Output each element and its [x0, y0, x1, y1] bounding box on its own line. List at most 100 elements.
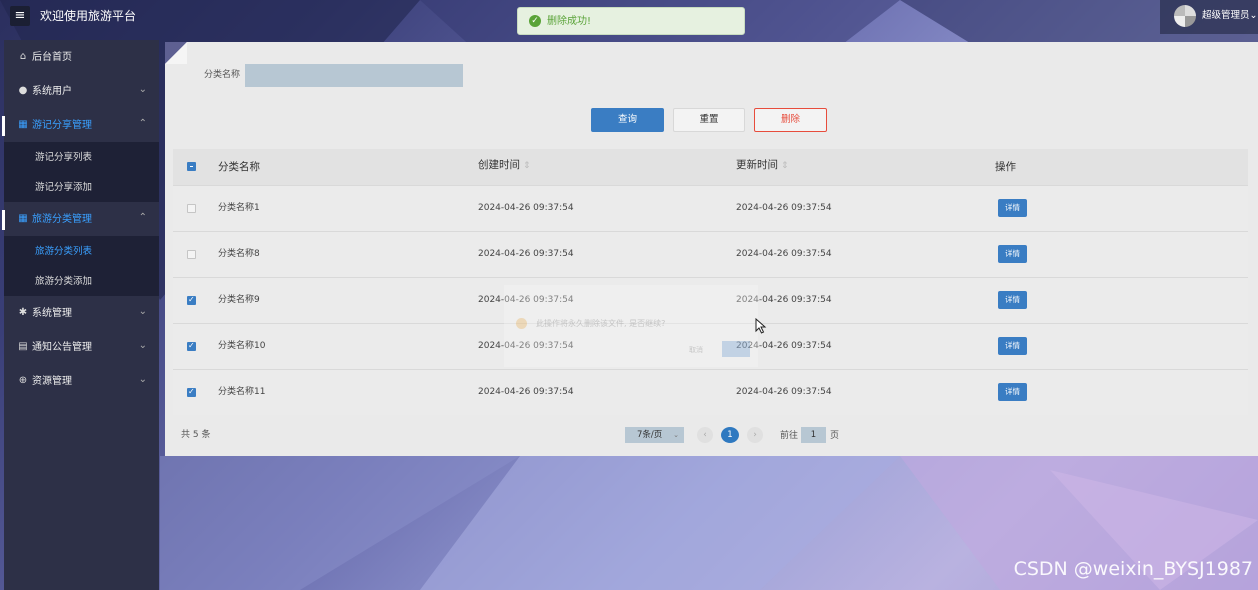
sidebar-subitem-label: 旅游分类列表 [35, 246, 93, 257]
gear-icon: ✱ [18, 307, 28, 318]
sidebar-subitem-label: 游记分享列表 [35, 152, 93, 163]
main-panel: 分类名称 查询 重置 删除 分类名称 创建时间 ⇕ 更新时间 ⇕ 操作 分类名称1 … [165, 42, 1258, 456]
cell-updated: 2024-04-26 09:37:54 [736, 249, 832, 259]
table-row: 分类名称1 2024-04-26 09:37:54 2024-04-26 09:… [173, 185, 1248, 231]
cell-name: 分类名称9 [218, 295, 260, 305]
cell-name: 分类名称1 [218, 203, 260, 213]
sidebar-subitem-category-add[interactable]: 旅游分类添加 [4, 266, 159, 296]
column-header-created[interactable]: 创建时间 ⇕ [478, 149, 531, 185]
chevron-up-icon: ⌃ [138, 212, 147, 223]
chevron-down-icon: ⌄ [138, 306, 147, 317]
category-table: 分类名称 创建时间 ⇕ 更新时间 ⇕ 操作 分类名称1 2024-04-26 09:… [173, 149, 1248, 415]
cell-created: 2024-04-26 09:37:54 [478, 203, 574, 213]
sidebar-item-label: 游记分享管理 [32, 120, 92, 131]
table-header: 分类名称 创建时间 ⇕ 更新时间 ⇕ 操作 [173, 149, 1248, 185]
column-header-name: 分类名称 [218, 161, 260, 173]
sidebar: ⌂ 后台首页 ● 系统用户 ⌄ ▦ 游记分享管理 ⌃ 游记分享列表 游记分享添加… [2, 40, 159, 590]
user-menu[interactable]: 超级管理员⌄ [1160, 0, 1258, 34]
document-icon: ▤ [18, 341, 28, 352]
sidebar-item-resource-management[interactable]: ⊕ 资源管理 ⌄ [4, 366, 159, 398]
cell-name: 分类名称8 [218, 249, 260, 259]
select-all-checkbox[interactable] [187, 162, 196, 171]
cell-updated: 2024-04-26 09:37:54 [736, 387, 832, 397]
total-count: 共 5 条 [181, 430, 211, 440]
sidebar-item-travelogue-management[interactable]: ▦ 游记分享管理 ⌃ [2, 110, 159, 142]
user-name[interactable]: 超级管理员⌄ [1202, 10, 1257, 22]
goto-label: 前往 [780, 431, 799, 441]
sidebar-subitem-category-list[interactable]: 旅游分类列表 [4, 236, 159, 266]
category-name-input[interactable] [245, 64, 463, 87]
detail-button[interactable]: 详情 [998, 291, 1027, 309]
dialog-cancel-button: 取消 [689, 346, 703, 354]
warning-icon [516, 318, 527, 329]
delete-button[interactable]: 删除 [754, 108, 827, 132]
hamburger-icon[interactable]: ≡ [10, 6, 30, 26]
row-checkbox[interactable] [187, 250, 196, 259]
row-checkbox[interactable] [187, 295, 196, 305]
cell-name: 分类名称10 [218, 341, 266, 351]
mouse-cursor-icon [755, 318, 767, 334]
sort-icon[interactable]: ⇕ [523, 161, 531, 171]
sidebar-subitem-travelogue-list[interactable]: 游记分享列表 [4, 142, 159, 172]
table-row: 分类名称8 2024-04-26 09:37:54 2024-04-26 09:… [173, 231, 1248, 277]
chevron-down-icon: ⌄ [138, 340, 147, 351]
sidebar-item-notice-management[interactable]: ▤ 通知公告管理 ⌄ [4, 332, 159, 364]
submenu-category: 旅游分类列表 旅游分类添加 [4, 236, 159, 296]
user-icon: ● [18, 85, 28, 96]
sidebar-item-label: 系统管理 [32, 308, 72, 319]
sidebar-item-home[interactable]: ⌂ 后台首页 [4, 42, 159, 74]
sidebar-subitem-label: 游记分享添加 [35, 182, 93, 193]
goto-suffix: 页 [830, 431, 840, 441]
row-checkbox[interactable] [187, 204, 196, 213]
sort-icon[interactable]: ⇕ [781, 161, 789, 171]
reset-button[interactable]: 重置 [673, 108, 745, 132]
sidebar-item-label: 旅游分类管理 [32, 214, 92, 225]
fading-confirm-dialog: 此操作将永久删除该文件, 是否继续? 取消 [504, 285, 758, 367]
detail-button[interactable]: 详情 [998, 337, 1027, 355]
sidebar-item-label: 后台首页 [32, 52, 72, 63]
grid-icon: ▦ [18, 119, 28, 130]
watermark: CSDN @weixin_BYSJ1987 [1013, 558, 1253, 580]
row-checkbox[interactable] [187, 387, 196, 397]
table-row: 分类名称11 2024-04-26 09:37:54 2024-04-26 09… [173, 369, 1248, 415]
column-header-updated[interactable]: 更新时间 ⇕ [736, 149, 789, 185]
success-toast: ✓ 删除成功! [517, 7, 745, 35]
cell-updated: 2024-04-26 09:37:54 [736, 203, 832, 213]
chevron-down-icon: ⌄ [673, 431, 679, 439]
cell-created: 2024-04-26 09:37:54 [478, 387, 574, 397]
detail-button[interactable]: 详情 [998, 383, 1027, 401]
avatar[interactable] [1174, 5, 1196, 27]
goto-page-input[interactable]: 1 [801, 427, 826, 443]
page-size-select[interactable]: 7条/页 ⌄ [625, 427, 684, 443]
dialog-confirm-button [722, 341, 750, 357]
success-check-icon: ✓ [529, 15, 541, 27]
prev-page-icon[interactable]: ‹ [697, 427, 713, 443]
plus-circle-icon: ⊕ [18, 375, 28, 386]
sidebar-subitem-travelogue-add[interactable]: 游记分享添加 [4, 172, 159, 202]
current-page[interactable]: 1 [721, 427, 739, 443]
column-header-actions: 操作 [995, 161, 1016, 173]
detail-button[interactable]: 详情 [998, 199, 1027, 217]
toast-message: 删除成功! [547, 16, 592, 27]
sidebar-item-system-users[interactable]: ● 系统用户 ⌄ [4, 76, 159, 108]
sidebar-item-label: 资源管理 [32, 376, 72, 387]
cell-created: 2024-04-26 09:37:54 [478, 249, 574, 259]
cell-name: 分类名称11 [218, 387, 266, 397]
sidebar-item-system-management[interactable]: ✱ 系统管理 ⌄ [4, 298, 159, 330]
search-label: 分类名称 [204, 70, 241, 80]
dialog-message: 此操作将永久删除该文件, 是否继续? [536, 319, 666, 328]
sidebar-subitem-label: 旅游分类添加 [35, 276, 93, 287]
submenu-travelogue: 游记分享列表 游记分享添加 [4, 142, 159, 202]
next-page-icon[interactable]: › [747, 427, 763, 443]
sidebar-item-category-management[interactable]: ▦ 旅游分类管理 ⌃ [2, 204, 159, 236]
chevron-down-icon: ⌄ [138, 374, 147, 385]
chevron-down-icon: ⌄ [138, 84, 147, 95]
row-checkbox[interactable] [187, 341, 196, 351]
detail-button[interactable]: 详情 [998, 245, 1027, 263]
sidebar-item-label: 系统用户 [32, 86, 72, 97]
chevron-down-icon: ⌄ [1249, 10, 1258, 21]
app-title: 欢迎使用旅游平台 [40, 9, 137, 23]
sidebar-item-label: 通知公告管理 [32, 342, 92, 353]
query-button[interactable]: 查询 [591, 108, 664, 132]
home-icon: ⌂ [19, 51, 27, 62]
